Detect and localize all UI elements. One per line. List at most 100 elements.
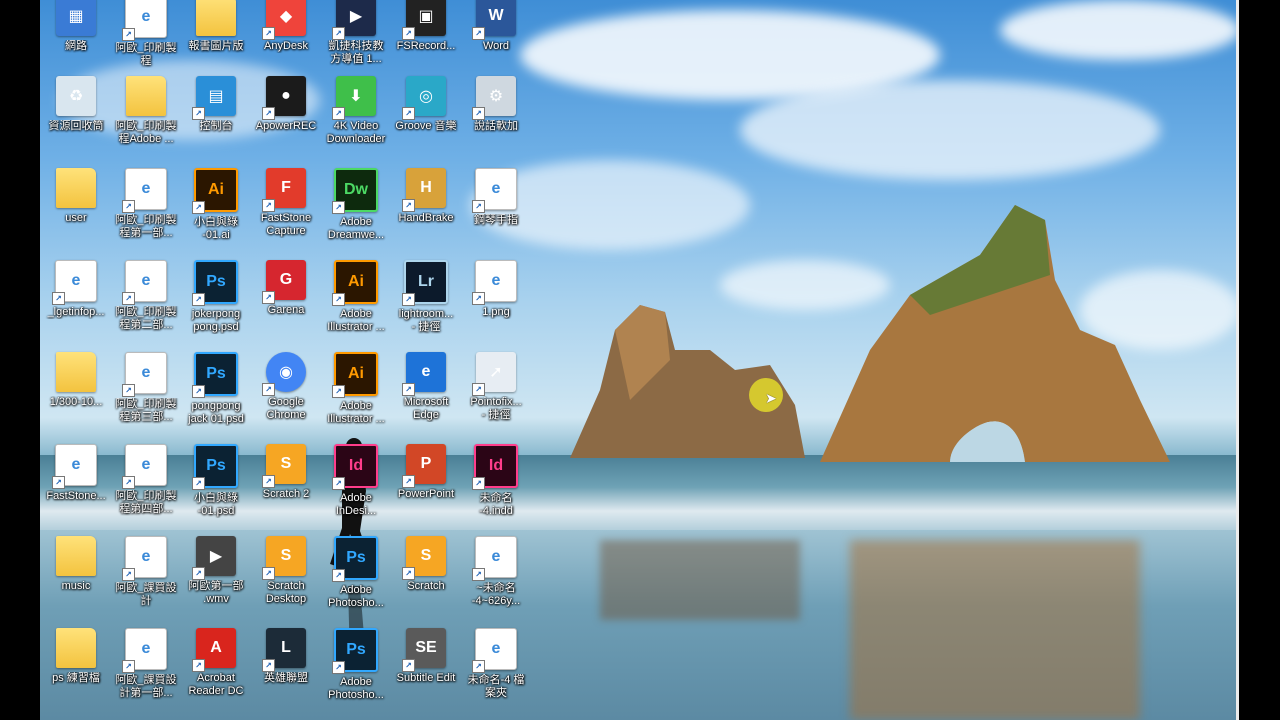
desktop-icon-label: 阿歐_印刷製 程第二部... bbox=[115, 306, 177, 331]
desktop-icon[interactable]: ♻ 資源回收筒 bbox=[40, 70, 112, 158]
desktop-icon-label: 1/300-10... bbox=[49, 396, 103, 408]
desktop-icon[interactable]: e ↗ 阿歐_印刷製 程第二部... bbox=[110, 254, 182, 342]
icon-glyph: Lr bbox=[418, 273, 434, 290]
desktop-icon[interactable]: ps 練習檔 bbox=[40, 622, 112, 710]
desktop-icon[interactable]: S ↗ Scratch 2 bbox=[250, 438, 322, 526]
app-icon: ➚ ↗ bbox=[472, 352, 516, 396]
desktop-icon-label: 說話軟加 bbox=[474, 120, 518, 132]
desktop-icon[interactable]: ▦ 網路 bbox=[40, 0, 112, 78]
shortcut-arrow-icon: ↗ bbox=[192, 385, 205, 398]
file-icon: e ↗ bbox=[122, 628, 167, 673]
desktop-icon[interactable]: e ↗ 阿歐_課買設 計 bbox=[110, 530, 182, 618]
desktop-icon[interactable]: e ↗ ~未命名 -4~626y... bbox=[460, 530, 532, 618]
icon-glyph: S bbox=[420, 547, 432, 564]
desktop-icon[interactable]: e ↗ _lgetinfop... bbox=[40, 254, 112, 342]
desktop-icon[interactable]: ▶ ↗ 阿歐第一部 .wmv bbox=[180, 530, 252, 618]
desktop-icon-label: HandBrake bbox=[398, 212, 454, 224]
desktop-icon[interactable]: Lr ↗ lightroom... - 捷徑 bbox=[390, 254, 462, 342]
file-icon: e ↗ bbox=[472, 260, 517, 305]
chrome-icon: ◉ ↗ bbox=[262, 352, 306, 396]
desktop-icon[interactable]: S ↗ Scratch Desktop bbox=[250, 530, 322, 618]
desktop-icon[interactable]: Ai ↗ Adobe Illustrator ... bbox=[320, 346, 392, 434]
app-icon: e ↗ bbox=[402, 352, 446, 396]
icon-glyph: ▣ bbox=[418, 8, 434, 25]
photoshop-icon: Ps ↗ bbox=[192, 444, 238, 490]
desktop-icon[interactable]: 阿歐_印刷製 程Adobe ... bbox=[110, 70, 182, 158]
desktop-icon[interactable]: music bbox=[40, 530, 112, 618]
desktop-icon[interactable]: e ↗ 阿歐_印刷製 程第一部... bbox=[110, 162, 182, 250]
desktop-icon[interactable]: e ↗ 未命名-4 檔 案夾 bbox=[460, 622, 532, 710]
icon-glyph: e bbox=[141, 8, 151, 25]
shortcut-arrow-icon: ↗ bbox=[122, 476, 135, 489]
icon-glyph: ➚ bbox=[489, 364, 503, 381]
desktop-icon[interactable]: P ↗ PowerPoint bbox=[390, 438, 462, 526]
desktop-icon[interactable]: H ↗ HandBrake bbox=[390, 162, 462, 250]
app-icon: ● ↗ bbox=[262, 76, 306, 120]
photoshop-icon: Ps ↗ bbox=[192, 260, 238, 306]
desktop-icon[interactable]: Ai ↗ Adobe Illustrator ... bbox=[320, 254, 392, 342]
icon-glyph: e bbox=[421, 363, 431, 380]
desktop-icon[interactable]: e ↗ 阿歐_印刷製 程第四部... bbox=[110, 438, 182, 526]
desktop-icon[interactable]: e ↗ 1.png bbox=[460, 254, 532, 342]
desktop-icon-label: Adobe Illustrator ... bbox=[327, 308, 385, 333]
desktop-icon-label: 阿歐_課買設 計第一部... bbox=[115, 674, 177, 699]
desktop-icon-label: PowerPoint bbox=[397, 488, 455, 500]
desktop-icon[interactable]: e ↗ 鋼琴手指 bbox=[460, 162, 532, 250]
desktop-icon[interactable]: ▶ ↗ 凱捷科技教 方導值 1... bbox=[320, 0, 392, 78]
desktop-icon[interactable]: Ps ↗ Adobe Photosho... bbox=[320, 622, 392, 710]
icon-glyph: Id bbox=[348, 457, 364, 474]
desktop-icon[interactable]: ⚙ ↗ 說話軟加 bbox=[460, 70, 532, 158]
desktop-icon[interactable]: ▤ ↗ 控制台 bbox=[180, 70, 252, 158]
file-icon: e ↗ bbox=[472, 168, 517, 213]
desktop-icon-label: Garena bbox=[267, 304, 305, 316]
desktop-icon[interactable]: 報書圖片版 bbox=[180, 0, 252, 78]
desktop-icon[interactable]: Ps ↗ 小白與綠 -01.psd bbox=[180, 438, 252, 526]
lightroom-icon: Lr ↗ bbox=[402, 260, 448, 306]
icon-glyph: ◎ bbox=[419, 88, 433, 105]
app-icon: W ↗ bbox=[472, 0, 516, 40]
desktop-icon[interactable]: Dw ↗ Adobe Dreamwe... bbox=[320, 162, 392, 250]
desktop-icon[interactable]: Id ↗ Adobe InDesi... bbox=[320, 438, 392, 526]
desktop-icon[interactable]: e ↗ Microsoft Edge bbox=[390, 346, 462, 434]
shortcut-arrow-icon: ↗ bbox=[332, 477, 345, 490]
desktop-icon[interactable]: ⬇ ↗ 4K Video Downloader bbox=[320, 70, 392, 158]
desktop-icon[interactable]: ▣ ↗ FSRecord... bbox=[390, 0, 462, 78]
desktop-icon[interactable]: e ↗ 阿歐_印刷製 程 bbox=[110, 0, 182, 78]
icon-glyph: e bbox=[491, 548, 501, 565]
desktop-icon[interactable]: ● ↗ ApowerREC bbox=[250, 70, 322, 158]
desktop-icon[interactable]: A ↗ Acrobat Reader DC bbox=[180, 622, 252, 710]
desktop-icon[interactable]: ◆ ↗ AnyDesk bbox=[250, 0, 322, 78]
desktop-icon[interactable]: Ps ↗ Adobe Photosho... bbox=[320, 530, 392, 618]
desktop-icon[interactable]: G ↗ Garena bbox=[250, 254, 322, 342]
shortcut-arrow-icon: ↗ bbox=[332, 201, 345, 214]
desktop-icon[interactable]: S ↗ Scratch bbox=[390, 530, 462, 618]
app-icon: ◆ ↗ bbox=[262, 0, 306, 40]
cloud bbox=[1000, 0, 1236, 60]
rock-small bbox=[570, 305, 805, 458]
desktop-icon[interactable]: ◉ ↗ Google Chrome bbox=[250, 346, 322, 434]
desktop-icon[interactable]: SE ↗ Subtitle Edit bbox=[390, 622, 462, 710]
desktop-icon-label: FastStone Capture bbox=[260, 212, 312, 237]
desktop-icon[interactable]: F ↗ FastStone Capture bbox=[250, 162, 322, 250]
shortcut-arrow-icon: ↗ bbox=[192, 107, 205, 120]
shortcut-arrow-icon: ↗ bbox=[52, 476, 65, 489]
icon-glyph: e bbox=[491, 640, 501, 657]
desktop-icon[interactable]: Ps ↗ jokerpong pong.psd bbox=[180, 254, 252, 342]
shortcut-arrow-icon: ↗ bbox=[192, 659, 205, 672]
folder-icon bbox=[196, 0, 236, 36]
desktop-icon[interactable]: ➚ ↗ Pointofix... - 捷徑 bbox=[460, 346, 532, 434]
desktop-icon[interactable]: L ↗ 英雄聯盟 bbox=[250, 622, 322, 710]
desktop-icon[interactable]: ◎ ↗ Groove 音樂 bbox=[390, 70, 462, 158]
desktop-icon-label: Adobe InDesi... bbox=[335, 492, 377, 517]
desktop-icon[interactable]: Ai ↗ 小白與綠 -01.ai bbox=[180, 162, 252, 250]
icon-glyph: ▶ bbox=[349, 8, 363, 25]
desktop-icon[interactable]: W ↗ Word bbox=[460, 0, 532, 78]
desktop-icon[interactable]: user bbox=[40, 162, 112, 250]
desktop-icon[interactable]: Ps ↗ pongpong jack 01.psd bbox=[180, 346, 252, 434]
desktop-icon[interactable]: e ↗ 阿歐_課買設 計第一部... bbox=[110, 622, 182, 710]
desktop-icon[interactable]: Id ↗ 未命名 -4.indd bbox=[460, 438, 532, 526]
desktop-icon[interactable]: e ↗ FastStone... bbox=[40, 438, 112, 526]
app-icon: F ↗ bbox=[262, 168, 306, 212]
desktop-icon[interactable]: e ↗ 阿歐_印刷製 程第三部... bbox=[110, 346, 182, 434]
desktop-icon[interactable]: 1/300-10... bbox=[40, 346, 112, 434]
